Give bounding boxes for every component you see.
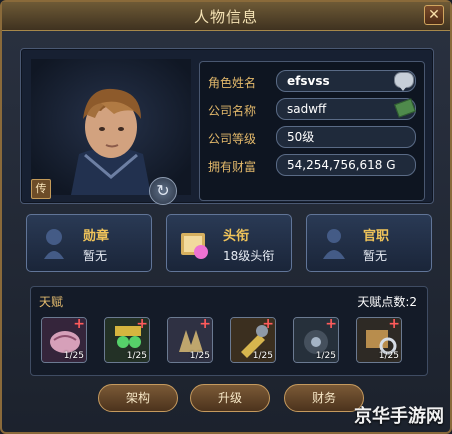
company-label: 公司名称: [208, 104, 257, 118]
medal-value: 暂无: [83, 249, 108, 263]
talent-level: 1/25: [315, 351, 336, 361]
title-card[interactable]: 头衔 18级头衔: [166, 214, 292, 272]
talent-plus-icon[interactable]: +: [388, 318, 400, 332]
book-gift-icon: [181, 233, 208, 259]
structure-button[interactable]: 架构: [98, 384, 178, 412]
character-info-window: 人物信息 ✕ 传 ↻ 角色姓名 efsvss 公司名称 sadwff 公司等级 …: [0, 0, 452, 434]
chat-bubble-icon[interactable]: [394, 72, 414, 91]
name-row: 角色姓名 efsvss: [206, 70, 420, 94]
talent-level: 1/25: [63, 351, 84, 361]
window-title: 人物信息: [193, 8, 258, 26]
talent-level: 1/25: [252, 351, 273, 361]
title-title: 头衔: [223, 229, 250, 244]
talent-level: 1/25: [378, 351, 399, 361]
title-bar: 人物信息 ✕: [2, 2, 450, 31]
character-portrait: [31, 59, 191, 195]
character-info-box: 角色姓名 efsvss 公司名称 sadwff 公司等级 50级 拥有财富 54…: [199, 61, 425, 201]
talent-plus-icon[interactable]: +: [325, 318, 337, 332]
talent-slot-brain[interactable]: + 1/25: [41, 317, 87, 363]
close-button[interactable]: ✕: [424, 5, 444, 25]
company-level-value: 50级: [276, 126, 416, 148]
talent-points: 天赋点数:2: [357, 295, 417, 309]
talent-panel: 天赋 天赋点数:2 + 1/25 + 1/25 + 1/25 + 1/25 + …: [30, 286, 428, 376]
company-level-row: 公司等级 50级: [206, 126, 420, 150]
wealth-value: 54,254,756,618 G: [276, 154, 416, 176]
talent-level: 1/25: [189, 351, 210, 361]
talent-slot-wrench[interactable]: + 1/25: [230, 317, 276, 363]
medal-card[interactable]: 勋章 暂无: [26, 214, 152, 272]
company-row: 公司名称 sadwff: [206, 98, 420, 122]
company-level-label: 公司等级: [208, 132, 257, 146]
person-silhouette-icon: [323, 229, 345, 259]
title-value: 18级头衔: [223, 249, 275, 263]
talent-slot-books[interactable]: + 1/25: [356, 317, 402, 363]
talent-plus-icon[interactable]: +: [136, 318, 148, 332]
finance-button[interactable]: 财务: [284, 384, 364, 412]
talent-plus-icon[interactable]: +: [199, 318, 211, 332]
official-card[interactable]: 官职 暂无: [306, 214, 432, 272]
talent-title: 天赋: [39, 295, 64, 309]
rotate-icon[interactable]: ↻: [149, 177, 177, 205]
medal-silhouette-icon: [44, 229, 64, 259]
talent-plus-icon[interactable]: +: [73, 318, 85, 332]
wealth-row: 拥有财富 54,254,756,618 G: [206, 154, 420, 178]
official-value: 暂无: [363, 249, 388, 263]
wealth-label: 拥有财富: [208, 160, 257, 174]
profile-panel: 传 ↻ 角色姓名 efsvss 公司名称 sadwff 公司等级 50级 拥有财…: [20, 48, 434, 205]
talent-slot-tire[interactable]: + 1/25: [293, 317, 339, 363]
talent-slot-claw[interactable]: + 1/25: [167, 317, 213, 363]
talent-slot-worker[interactable]: + 1/25: [104, 317, 150, 363]
upgrade-button[interactable]: 升级: [190, 384, 270, 412]
portrait-badge[interactable]: 传: [31, 179, 51, 199]
name-label: 角色姓名: [208, 76, 257, 90]
site-watermark: 京华手游网: [354, 406, 444, 427]
medal-title: 勋章: [83, 229, 110, 244]
official-title: 官职: [363, 229, 390, 244]
talent-plus-icon[interactable]: +: [262, 318, 274, 332]
talent-level: 1/25: [126, 351, 147, 361]
